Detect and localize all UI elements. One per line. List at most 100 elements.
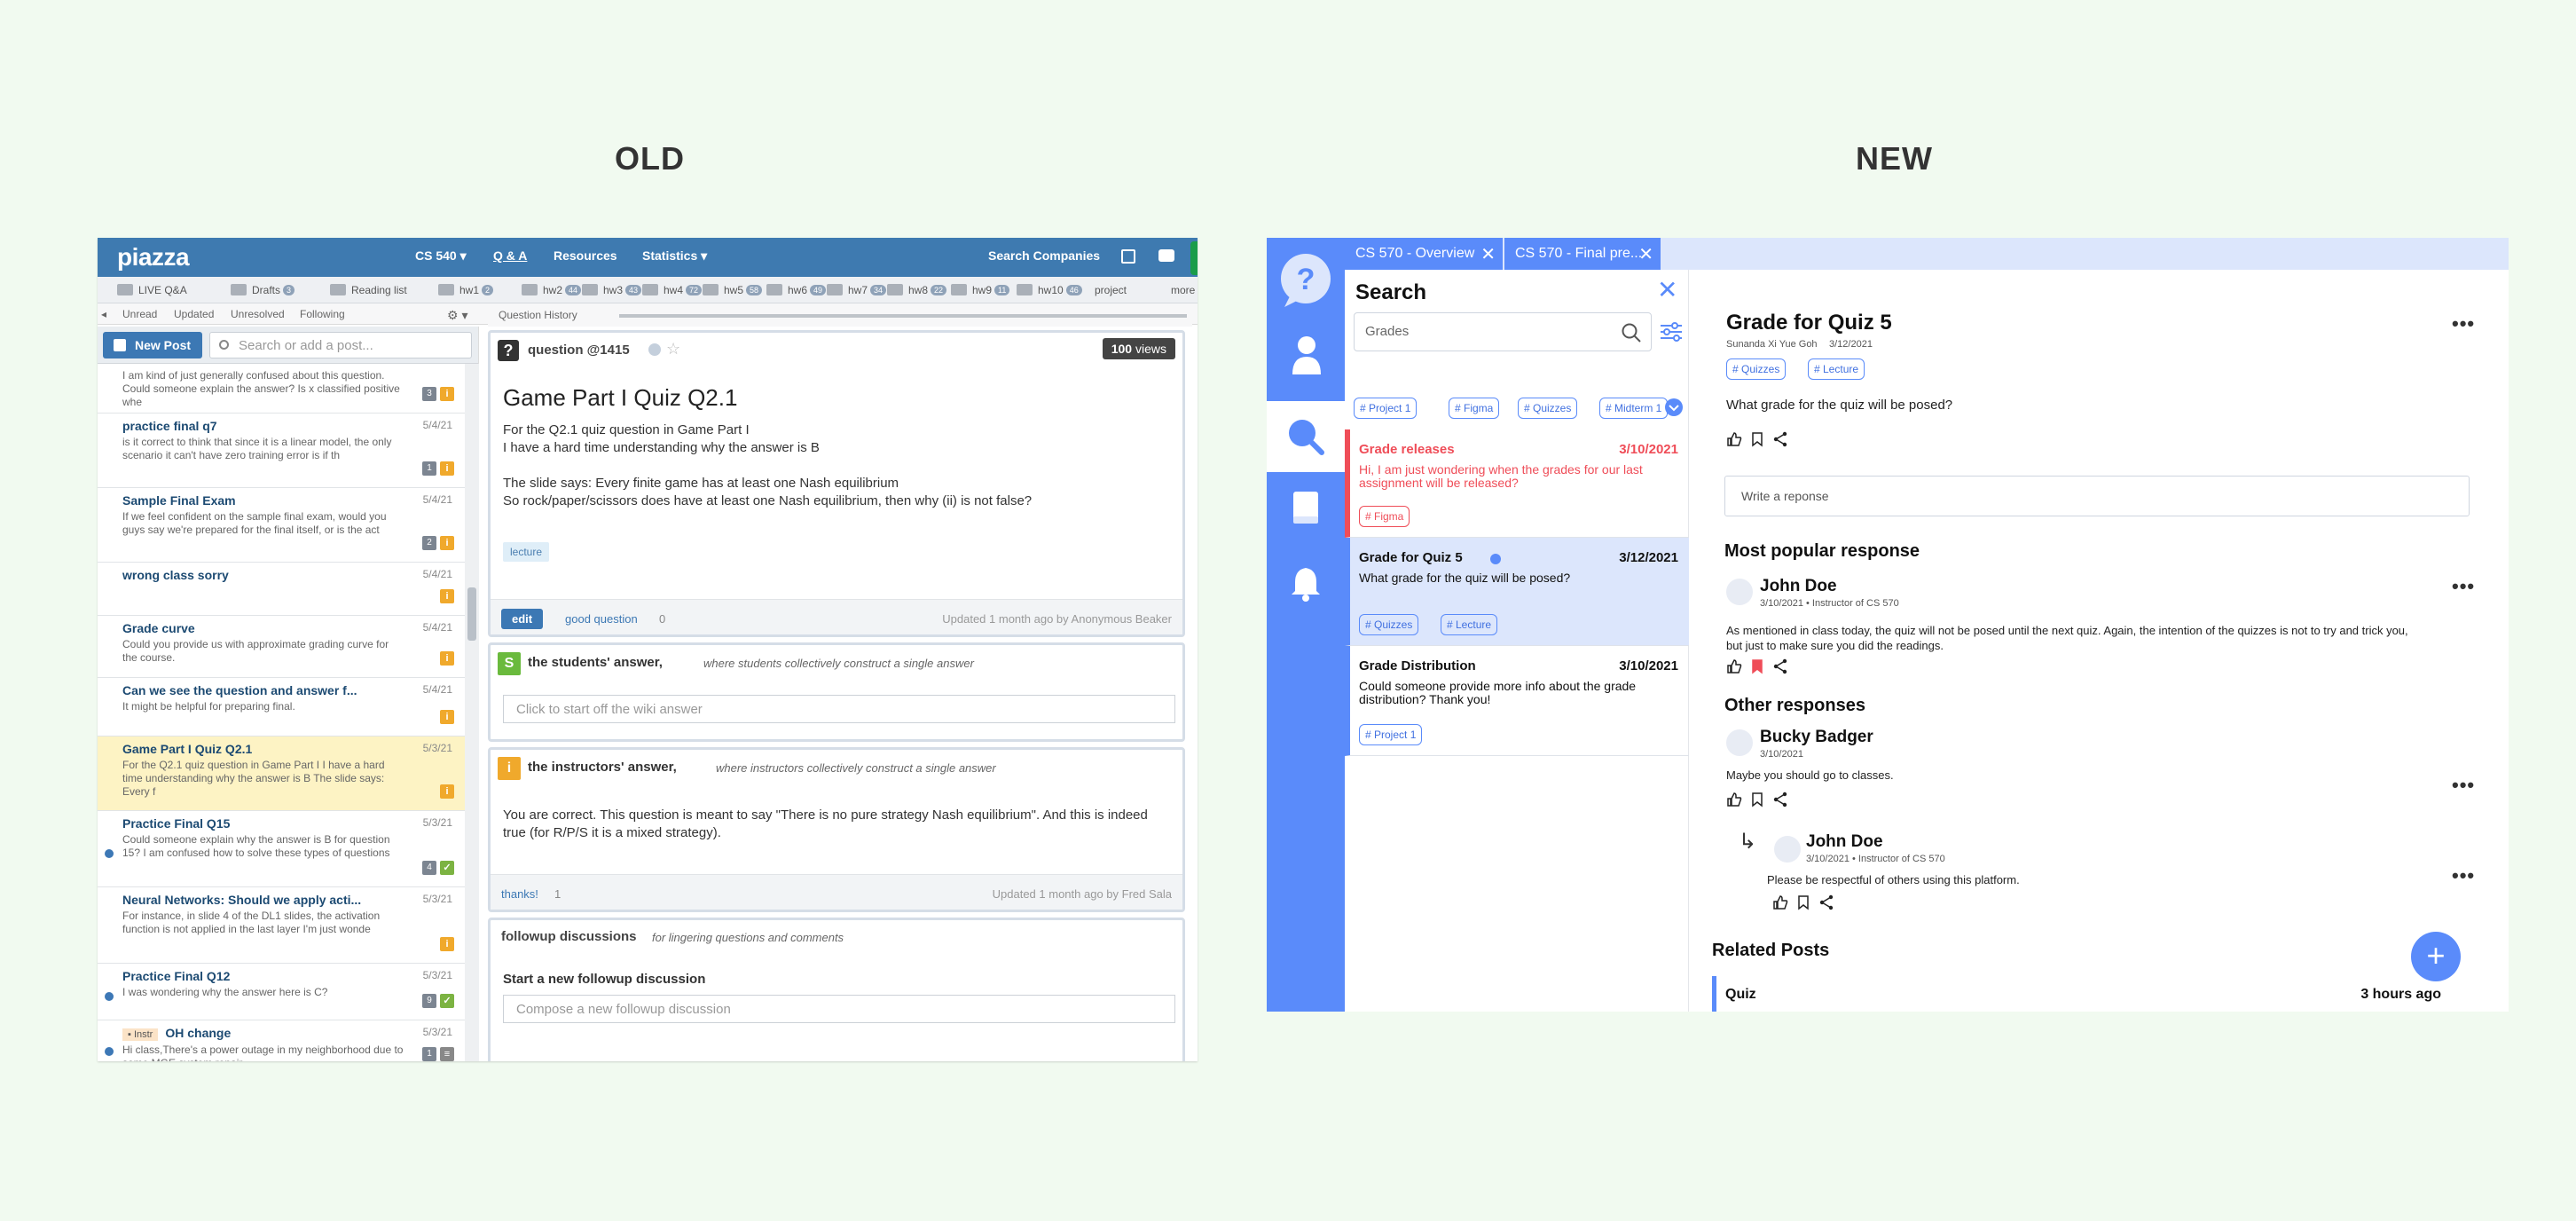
close-search-icon[interactable]: ✕	[1657, 275, 1677, 304]
gear-icon[interactable]: ⚙ ▾	[447, 308, 467, 323]
reply-more-icon[interactable]: •••	[2452, 864, 2475, 887]
folder-5[interactable]: hw3 43	[582, 284, 642, 296]
instructor-answer-icon: i	[440, 387, 454, 401]
bookmark-icon[interactable]	[1749, 658, 1765, 674]
post-list-item[interactable]: practice final q7 is it correct to think …	[98, 414, 467, 488]
search-result[interactable]: Grade for Quiz 5 3/12/2021 What grade for …	[1345, 538, 1689, 646]
share-icon[interactable]	[1772, 792, 1788, 807]
search-rail-icon[interactable]	[1286, 417, 1325, 456]
folder-7[interactable]: hw5 58	[703, 284, 763, 296]
nav-statistics[interactable]: Statistics ▾	[642, 248, 707, 264]
new-post-button[interactable]: New Post	[103, 332, 202, 358]
other-more-icon[interactable]: •••	[2452, 774, 2475, 797]
thumbs-up-icon[interactable]	[1726, 658, 1742, 674]
wiki-answer-input[interactable]: Click to start off the wiki answer	[503, 695, 1175, 723]
course-dropdown[interactable]: CS 540 ▾	[415, 248, 467, 264]
folder-3[interactable]: hw1 2	[438, 284, 494, 296]
folder-10[interactable]: hw8 22	[887, 284, 947, 296]
thumbs-up-icon[interactable]	[1726, 431, 1742, 447]
folder-2[interactable]: Reading list	[330, 284, 407, 296]
result-tag-chip[interactable]: # Project 1	[1359, 724, 1423, 745]
filter-unresolved[interactable]: Unresolved	[231, 308, 285, 320]
add-post-button[interactable]: +	[2411, 932, 2461, 981]
post-list-item[interactable]: Sample Final Exam If we feel confident on…	[98, 488, 467, 563]
post-list-item[interactable]: Can we see the question and answer f... I…	[98, 678, 467, 737]
thumbs-up-icon[interactable]	[1726, 792, 1742, 807]
filter-chip[interactable]: # Project 1	[1354, 398, 1418, 419]
thumbs-up-icon[interactable]	[1772, 894, 1788, 910]
search-result[interactable]: Grade Distribution 3/10/2021 Could someone…	[1345, 646, 1689, 756]
result-tag-chip[interactable]: # Figma	[1359, 506, 1410, 527]
nav-qa[interactable]: Q & A	[493, 248, 527, 263]
history-slider[interactable]	[619, 314, 1187, 318]
tab-final-prep[interactable]: CS 570 - Final pre... ✕	[1504, 238, 1661, 270]
followup-input[interactable]: Compose a new followup discussion	[503, 995, 1175, 1023]
folder-0[interactable]: LIVE Q&A	[117, 284, 187, 296]
post-tag-chip[interactable]: # Quizzes	[1726, 358, 1787, 380]
post-list-item[interactable]: wrong class sorry 5/4/21 i	[98, 563, 467, 616]
share-icon[interactable]	[1818, 894, 1834, 910]
filter-unread[interactable]: Unread	[122, 308, 157, 320]
follow-icon[interactable]	[648, 343, 661, 356]
filter-updated[interactable]: Updated	[174, 308, 214, 320]
folder-4[interactable]: hw2 44	[522, 284, 582, 296]
expand-chips-icon[interactable]	[1664, 398, 1684, 417]
folder-14[interactable]: more	[1171, 284, 1195, 296]
filter-sliders-icon[interactable]	[1659, 319, 1684, 344]
collapse-arrow-icon[interactable]: ◂	[101, 308, 106, 320]
folder-9[interactable]: hw7 34	[827, 284, 887, 296]
close-tab-icon[interactable]: ✕	[1480, 243, 1496, 265]
post-list-item[interactable]: Practice Final Q12 I was wondering why th…	[98, 964, 467, 1020]
folder-1[interactable]: Drafts 3	[231, 284, 295, 296]
bookmark-icon[interactable]	[1749, 431, 1765, 447]
edit-button[interactable]: edit	[501, 609, 544, 629]
good-question-button[interactable]: good question	[565, 612, 638, 626]
tab-overview[interactable]: CS 570 - Overview ✕	[1345, 238, 1503, 270]
search-result[interactable]: Grade releases 3/10/2021 Hi, I am just won…	[1345, 429, 1689, 538]
nav-resources[interactable]: Resources	[554, 248, 617, 263]
thanks-button[interactable]: thanks!	[501, 887, 538, 901]
filter-chip[interactable]: # Figma	[1449, 398, 1500, 419]
result-tag-chip[interactable]: # Quizzes	[1359, 614, 1419, 635]
search-field[interactable]: Grades	[1354, 312, 1652, 351]
share-icon[interactable]	[1772, 431, 1788, 447]
reply-input[interactable]: Write a reponse	[1724, 476, 2470, 516]
tag-lecture[interactable]: lecture	[503, 542, 550, 562]
post-tag-chip[interactable]: # Lecture	[1808, 358, 1865, 380]
search-post-input[interactable]: Search or add a post...	[209, 332, 472, 358]
calendar-icon[interactable]	[1121, 249, 1135, 264]
bookmark-icon[interactable]	[1795, 894, 1811, 910]
popular-more-icon[interactable]: •••	[2452, 575, 2475, 598]
star-icon[interactable]: ☆	[666, 340, 680, 358]
folder-label: hw9	[972, 284, 993, 296]
bookmark-icon[interactable]	[1749, 792, 1765, 807]
question-history-label[interactable]: Question History	[499, 309, 577, 321]
post-list-scrollbar[interactable]	[465, 364, 479, 1061]
filter-chip[interactable]: # Quizzes	[1518, 398, 1578, 419]
close-tab-icon[interactable]: ✕	[1638, 243, 1653, 265]
folder-8[interactable]: hw6 49	[766, 284, 827, 296]
nav-search-companies[interactable]: Search Companies	[988, 248, 1100, 263]
filter-chip[interactable]: # Midterm 1	[1599, 398, 1669, 419]
post-list-item[interactable]: I am kind of just generally confused abo…	[98, 364, 467, 414]
post-list-item[interactable]: Neural Networks: Should we apply acti...…	[98, 887, 467, 964]
result-tag-chip[interactable]: # Lecture	[1441, 614, 1498, 635]
post-list-item[interactable]: Game Part I Quiz Q2.1 For the Q2.1 quiz q…	[98, 737, 467, 811]
help-bubble-icon[interactable]: ?	[1277, 252, 1334, 309]
post-more-icon[interactable]: •••	[2452, 312, 2475, 335]
folder-11[interactable]: hw9 11	[951, 284, 1010, 296]
profile-icon[interactable]	[1292, 335, 1322, 374]
folder-12[interactable]: hw10 46	[1017, 284, 1082, 296]
folder-6[interactable]: hw4 72	[642, 284, 703, 296]
related-item[interactable]: Quiz 3 hours ago	[1712, 976, 2457, 1012]
chat-icon[interactable]	[1158, 249, 1174, 262]
filter-following[interactable]: Following	[300, 308, 345, 320]
folder-13[interactable]: project	[1095, 284, 1127, 296]
post-list-item[interactable]: Practice Final Q15 Could someone explain …	[98, 811, 467, 887]
book-icon[interactable]	[1292, 490, 1320, 525]
piazza-logo[interactable]: piazza	[117, 243, 190, 272]
bell-icon[interactable]	[1290, 566, 1322, 602]
post-list-item[interactable]: ▪ Instr OH change Hi class,There's a power…	[98, 1020, 467, 1061]
post-list-item[interactable]: Grade curve Could you provide us with app…	[98, 616, 467, 678]
share-icon[interactable]	[1772, 658, 1788, 674]
